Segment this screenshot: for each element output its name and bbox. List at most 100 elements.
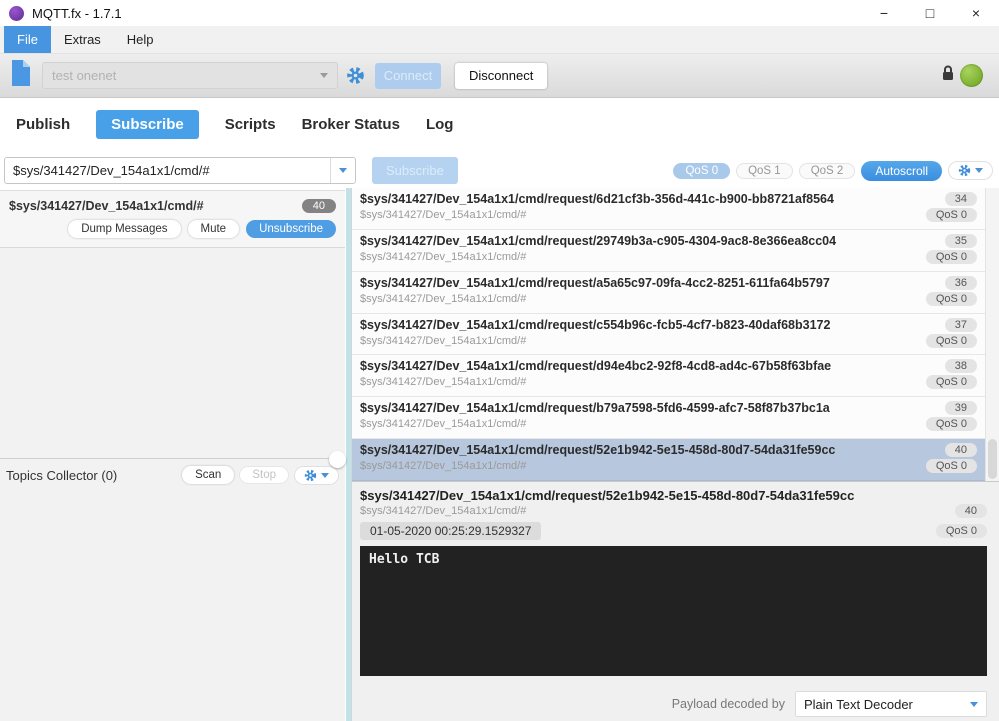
message-id-badge: 37 (944, 317, 977, 332)
window-title: MQTT.fx - 1.7.1 (32, 5, 122, 21)
message-id-badge: 40 (944, 443, 977, 458)
message-id-badge: 39 (944, 401, 977, 416)
message-qos-badge: QoS 0 (925, 291, 977, 306)
main-tabs: Publish Subscribe Scripts Broker Status … (16, 110, 453, 139)
subscribe-button[interactable]: Subscribe (372, 157, 458, 184)
detail-subscription: $sys/341427/Dev_154a1x1/cmd/# (360, 505, 527, 517)
tab-broker-status[interactable]: Broker Status (302, 116, 400, 133)
message-row[interactable]: $sys/341427/Dev_154a1x1/cmd/request/6d21… (352, 188, 985, 230)
profile-select[interactable]: test onenet (42, 62, 338, 89)
message-id-badge: 34 (944, 192, 977, 206)
scrollbar-thumb[interactable] (988, 439, 997, 479)
detail-timestamp: 01-05-2020 00:25:29.1529327 (360, 522, 542, 540)
topic-input-value: $sys/341427/Dev_154a1x1/cmd/# (13, 163, 210, 178)
chevron-down-icon (970, 701, 978, 707)
menu-file[interactable]: File (4, 26, 51, 53)
message-topic: $sys/341427/Dev_154a1x1/cmd/request/c554… (360, 317, 831, 332)
message-row[interactable]: $sys/341427/Dev_154a1x1/cmd/request/2974… (352, 229, 985, 272)
message-topic: $sys/341427/Dev_154a1x1/cmd/request/a5a6… (360, 275, 830, 290)
split-divider-handle[interactable] (329, 451, 346, 468)
subscription-topic: $sys/341427/Dev_154a1x1/cmd/# (9, 199, 204, 213)
connection-bar: test onenet Connect Disconnect (0, 54, 999, 98)
subscriptions-panel: $sys/341427/Dev_154a1x1/cmd/# 40 Dump Me… (0, 190, 345, 721)
topic-input[interactable]: $sys/341427/Dev_154a1x1/cmd/# (4, 157, 356, 184)
profile-document-icon[interactable] (10, 59, 32, 92)
message-topic: $sys/341427/Dev_154a1x1/cmd/request/2974… (360, 233, 837, 248)
topics-collector-title: Topics Collector (0) (6, 467, 118, 483)
connection-status-indicator (960, 64, 983, 87)
message-topic: $sys/341427/Dev_154a1x1/cmd/request/d94e… (360, 359, 832, 374)
detail-id-badge: 40 (954, 504, 987, 518)
menu-help[interactable]: Help (114, 26, 167, 53)
topic-dropdown-button[interactable] (330, 158, 355, 183)
message-topic: $sys/341427/Dev_154a1x1/cmd/request/52e1… (360, 443, 836, 458)
connection-settings-gear-icon[interactable] (346, 66, 365, 85)
message-id-badge: 35 (944, 233, 977, 248)
message-row[interactable]: $sys/341427/Dev_154a1x1/cmd/request/a5a6… (352, 271, 985, 314)
message-row[interactable]: $sys/341427/Dev_154a1x1/cmd/request/52e1… (352, 439, 985, 481)
message-subscription: $sys/341427/Dev_154a1x1/cmd/# (360, 209, 527, 221)
message-subscription: $sys/341427/Dev_154a1x1/cmd/# (360, 418, 527, 431)
chevron-down-icon (320, 73, 328, 78)
tab-subscribe[interactable]: Subscribe (96, 110, 199, 139)
mute-button[interactable]: Mute (187, 220, 240, 238)
chevron-down-icon (321, 472, 329, 478)
chevron-down-icon (339, 168, 347, 173)
autoscroll-toggle[interactable]: Autoscroll (861, 160, 942, 181)
dump-messages-button[interactable]: Dump Messages (68, 220, 181, 238)
message-qos-badge: QoS 0 (925, 375, 977, 390)
message-id-badge: 36 (944, 275, 977, 290)
qos1-toggle[interactable]: QoS 1 (736, 162, 793, 179)
window-controls: − □ × (861, 0, 999, 26)
message-subscription: $sys/341427/Dev_154a1x1/cmd/# (360, 292, 527, 305)
message-row[interactable]: $sys/341427/Dev_154a1x1/cmd/request/c554… (352, 313, 985, 356)
disconnect-button[interactable]: Disconnect (455, 62, 548, 89)
minimize-button[interactable]: − (861, 0, 907, 26)
decoder-select-value: Plain Text Decoder (804, 696, 913, 712)
subscription-item[interactable]: $sys/341427/Dev_154a1x1/cmd/# 40 Dump Me… (0, 191, 345, 248)
message-detail-pane: $sys/341427/Dev_154a1x1/cmd/request/52e1… (352, 481, 999, 721)
detail-qos-badge: QoS 0 (935, 524, 987, 538)
message-subscription: $sys/341427/Dev_154a1x1/cmd/# (360, 250, 527, 263)
message-subscription: $sys/341427/Dev_154a1x1/cmd/# (360, 334, 527, 347)
menu-extras[interactable]: Extras (51, 26, 114, 53)
unsubscribe-button[interactable]: Unsubscribe (246, 220, 336, 238)
gear-icon (958, 164, 971, 177)
payload-viewer[interactable]: Hello TCB (360, 546, 987, 676)
message-row[interactable]: $sys/341427/Dev_154a1x1/cmd/request/b79a… (352, 397, 985, 440)
detail-topic: $sys/341427/Dev_154a1x1/cmd/request/52e1… (360, 488, 855, 503)
connect-button[interactable]: Connect (375, 62, 441, 89)
list-settings-button[interactable] (948, 161, 993, 180)
close-button[interactable]: × (953, 0, 999, 26)
message-qos-badge: QoS 0 (925, 459, 977, 474)
qos0-toggle[interactable]: QoS 0 (673, 162, 731, 179)
profile-select-value: test onenet (52, 68, 117, 83)
menu-bar: File Extras Help (0, 26, 999, 54)
stop-button[interactable]: Stop (239, 466, 289, 484)
app-logo-icon (9, 5, 24, 21)
message-qos-badge: QoS 0 (925, 333, 977, 348)
decoder-select[interactable]: Plain Text Decoder (795, 691, 987, 717)
message-qos-badge: QoS 0 (925, 249, 977, 264)
message-subscription: $sys/341427/Dev_154a1x1/cmd/# (360, 376, 527, 389)
subscribe-toolbar: $sys/341427/Dev_154a1x1/cmd/# Subscribe … (4, 157, 993, 184)
split-divider[interactable] (345, 188, 352, 721)
scan-button[interactable]: Scan (182, 466, 235, 484)
tab-scripts[interactable]: Scripts (225, 116, 276, 133)
decoder-label: Payload decoded by (671, 697, 785, 711)
message-topic: $sys/341427/Dev_154a1x1/cmd/request/b79a… (360, 401, 830, 416)
message-subscription: $sys/341427/Dev_154a1x1/cmd/# (360, 460, 527, 473)
tab-publish[interactable]: Publish (16, 116, 70, 133)
lock-icon (940, 64, 956, 87)
message-list-scrollbar[interactable] (985, 188, 999, 481)
chevron-down-icon (975, 168, 983, 173)
maximize-button[interactable]: □ (907, 0, 953, 26)
subscription-count-badge: 40 (301, 199, 336, 213)
message-row[interactable]: $sys/341427/Dev_154a1x1/cmd/request/d94e… (352, 355, 985, 398)
message-id-badge: 38 (944, 359, 977, 374)
tab-log[interactable]: Log (426, 116, 454, 133)
message-qos-badge: QoS 0 (925, 417, 977, 432)
topics-settings-button[interactable] (294, 465, 339, 485)
qos2-toggle[interactable]: QoS 2 (798, 162, 856, 179)
topics-collector-header: Topics Collector (0) Scan Stop (0, 458, 345, 491)
